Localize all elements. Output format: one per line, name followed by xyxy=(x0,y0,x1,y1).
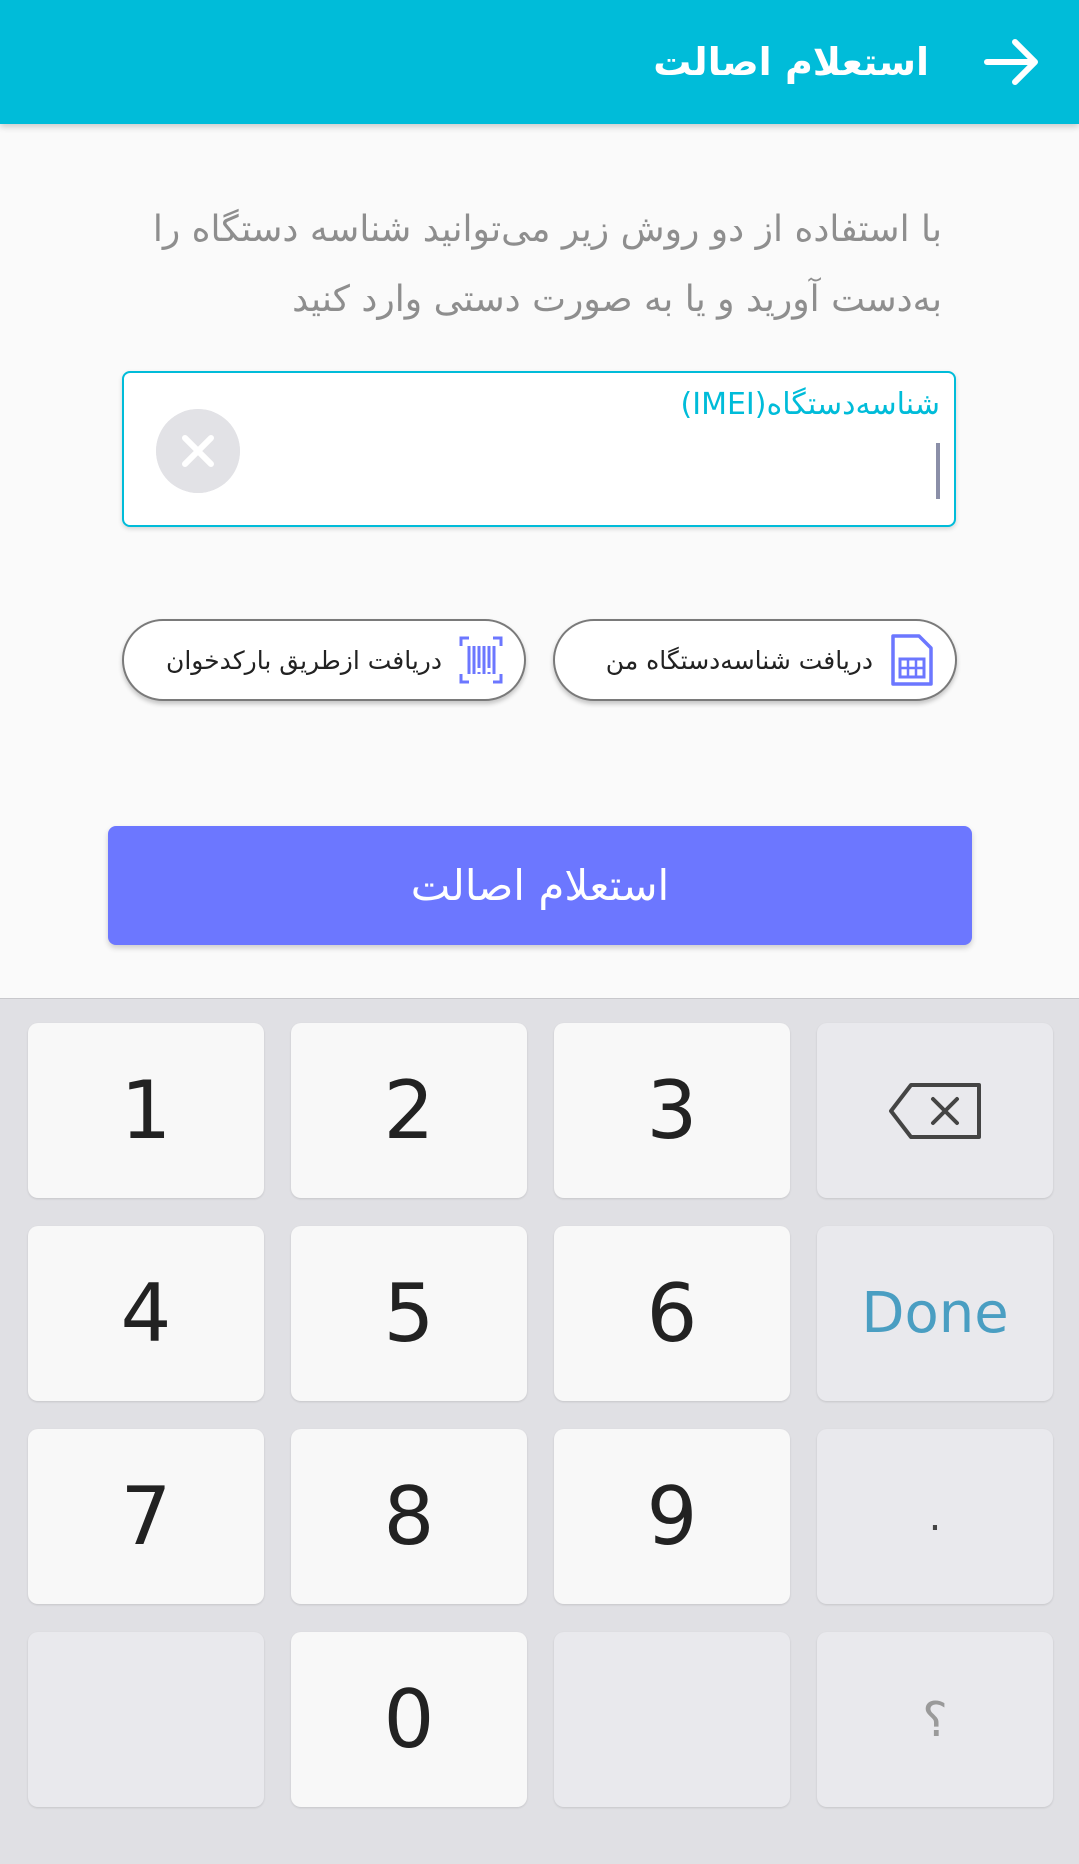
app-bar: استعلام اصالت xyxy=(0,0,1079,124)
sim-card-icon xyxy=(891,634,933,686)
done-key[interactable]: Done xyxy=(817,1226,1053,1401)
question-key[interactable]: ؟ xyxy=(817,1632,1053,1807)
backspace-icon xyxy=(889,1082,981,1139)
key-9[interactable]: 9 xyxy=(554,1429,790,1604)
dot-key[interactable]: . xyxy=(817,1429,1053,1604)
inquire-authenticity-button[interactable]: استعلام اصالت xyxy=(108,826,972,945)
key-1[interactable]: 1 xyxy=(28,1023,264,1198)
imei-field-label: شناسه‌دستگاه(IMEI) xyxy=(680,387,941,422)
backspace-key[interactable] xyxy=(817,1023,1053,1198)
get-my-device-id-label: دریافت شناسه‌دستگاه من xyxy=(605,645,873,675)
empty-key-right xyxy=(554,1632,790,1807)
arrow-right-icon[interactable] xyxy=(983,36,1043,88)
key-7[interactable]: 7 xyxy=(28,1429,264,1604)
intro-text: با استفاده از دو روش زیر می‌توانید شناسه… xyxy=(152,209,942,320)
page-title: استعلام اصالت xyxy=(653,40,929,84)
key-8[interactable]: 8 xyxy=(291,1429,527,1604)
imei-field-value[interactable] xyxy=(340,433,940,493)
barcode-icon xyxy=(459,636,503,684)
key-6[interactable]: 6 xyxy=(554,1226,790,1401)
get-my-device-id-button[interactable]: دریافت شناسه‌دستگاه من xyxy=(553,619,957,701)
key-3[interactable]: 3 xyxy=(554,1023,790,1198)
clear-icon[interactable] xyxy=(156,409,240,493)
key-2[interactable]: 2 xyxy=(291,1023,527,1198)
imei-input[interactable]: شناسه‌دستگاه(IMEI) xyxy=(122,371,956,527)
text-cursor xyxy=(936,443,940,499)
key-4[interactable]: 4 xyxy=(28,1226,264,1401)
get-via-barcode-button[interactable]: دریافت ازطریق بارکدخوان xyxy=(122,619,526,701)
key-5[interactable]: 5 xyxy=(291,1226,527,1401)
numeric-keyboard: 1 2 3 4 5 6 Done 7 8 9 . 0 ؟ xyxy=(0,998,1079,1864)
get-via-barcode-label: دریافت ازطریق بارکدخوان xyxy=(165,645,442,675)
key-0[interactable]: 0 xyxy=(291,1632,527,1807)
empty-key-left xyxy=(28,1632,264,1807)
